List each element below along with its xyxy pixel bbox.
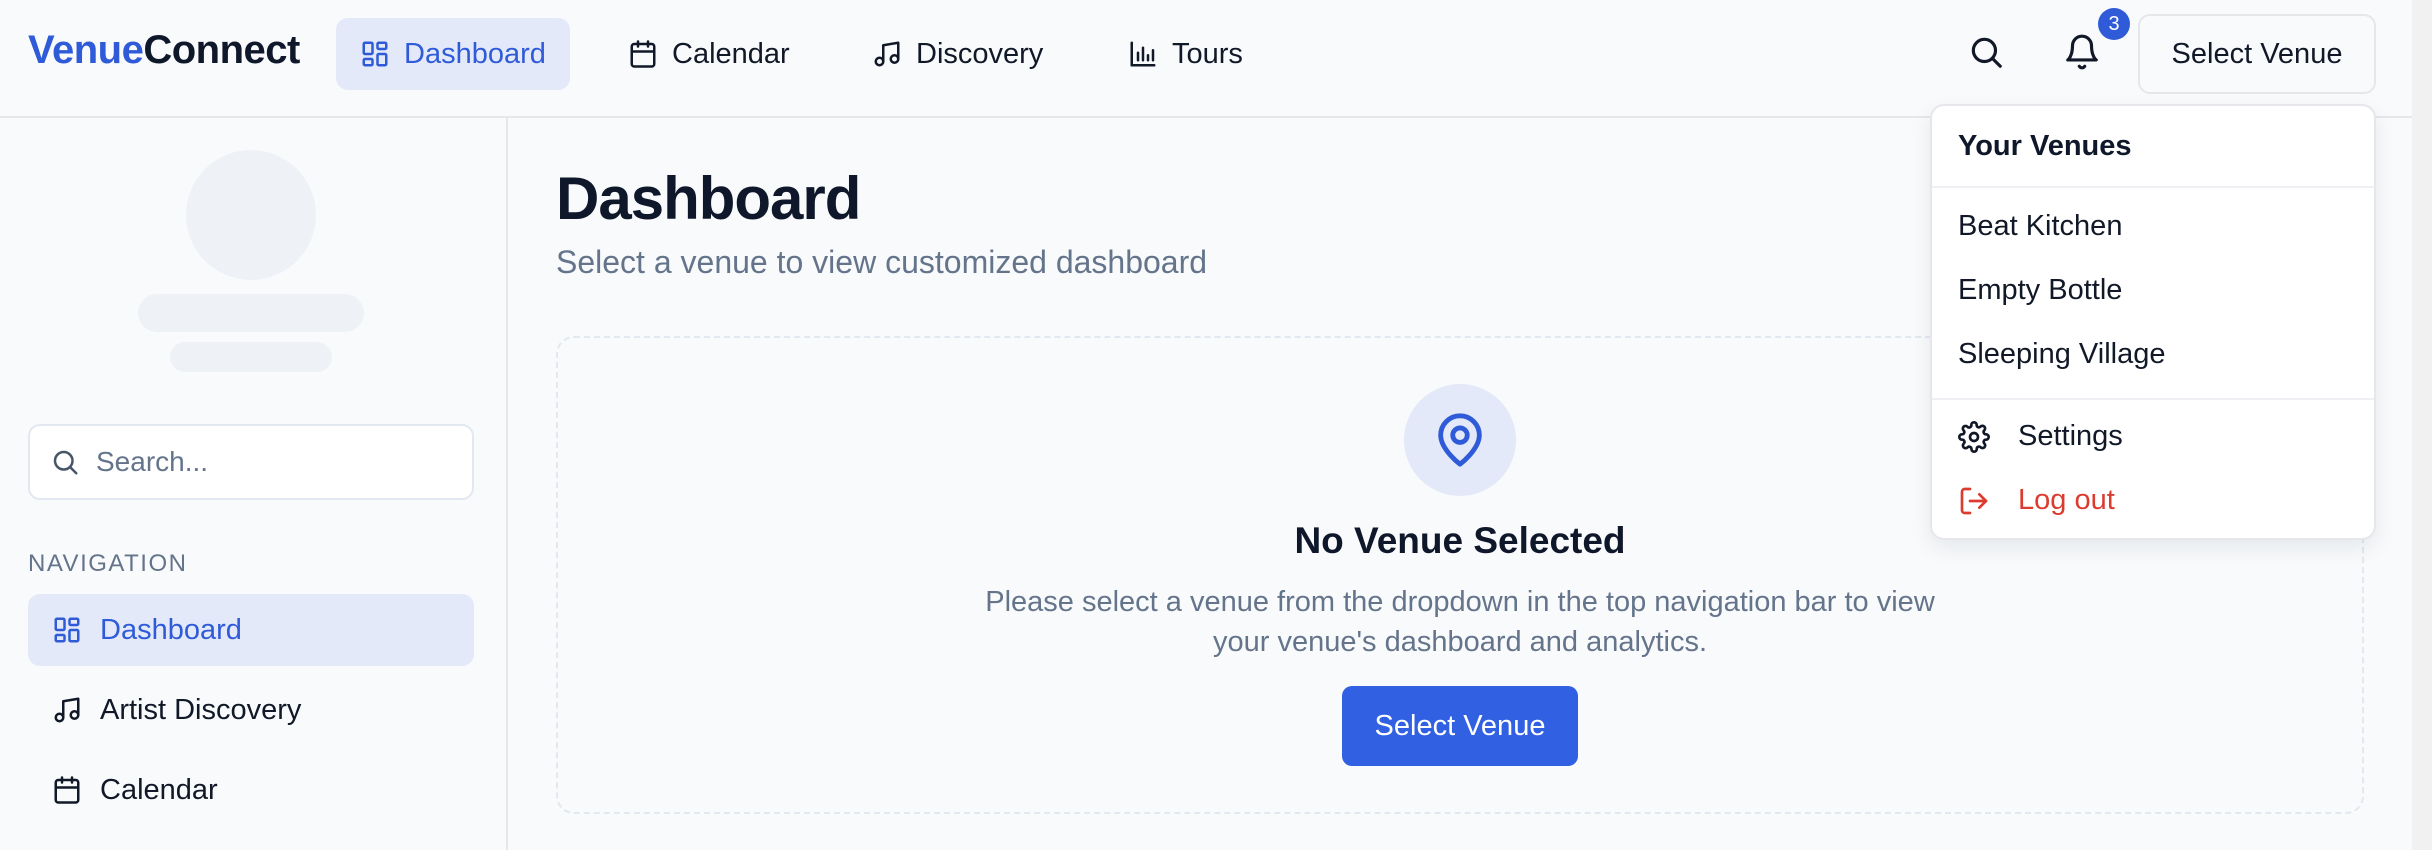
search-icon [1971,37,2002,68]
venue-option-empty-bottle[interactable]: Empty Bottle [1958,274,2122,307]
topnav-tab-tours[interactable]: Tours [1104,18,1267,90]
calendar-icon [630,40,656,68]
dropdown-heading: Your Venues [1958,130,2132,162]
sidebar-item-label: Dashboard [100,613,242,646]
sidebar-item-label: Artist Discovery [100,693,302,726]
page-subtitle: Select a venue to view customized dashbo… [556,244,1208,280]
sidebar: NAVIGATION Dashboard Artist Discovery Ca… [0,118,508,850]
venue-dropdown-menu: Your Venues Beat Kitchen Empty Bottle Sl… [1930,104,2376,540]
logout-icon [1960,487,1988,514]
brand-logo[interactable]: VenueConnect [28,28,300,73]
brand-text-connect: Connect [143,28,300,72]
page-scrollbar[interactable] [2412,0,2432,850]
topnav-tab-label: Discovery [916,37,1044,70]
map-pin-icon [1438,413,1482,467]
sidebar-item-calendar[interactable]: Calendar [28,754,474,826]
logout-label: Log out [2018,484,2115,516]
calendar-icon [54,776,80,804]
topnav-tab-calendar[interactable]: Calendar [604,18,814,90]
subtitle-skeleton [170,342,332,372]
bar-chart-icon [1130,41,1156,67]
topnav-tab-label: Tours [1172,37,1243,70]
topnav-tab-discovery[interactable]: Discovery [848,18,1067,90]
navigation-heading: NAVIGATION [28,550,188,577]
music-note-icon [54,697,80,723]
gear-icon [1958,420,1990,453]
select-venue-dropdown-button[interactable]: Select Venue [2138,14,2376,94]
sidebar-item-dashboard[interactable]: Dashboard [28,594,474,666]
topnav-tab-dashboard[interactable]: Dashboard [336,18,570,90]
topnav-tab-label: Calendar [672,37,790,70]
venue-option-beat-kitchen[interactable]: Beat Kitchen [1958,210,2122,243]
dashboard-icon [362,41,388,67]
sidebar-search-input[interactable] [96,446,456,478]
topnav-tab-label: Dashboard [404,37,546,70]
top-navbar: VenueConnect Dashboard Calendar Discover… [0,0,2432,118]
logout-menu-item[interactable]: Log out [1958,484,2115,517]
sidebar-search [28,424,474,500]
brand-text-venue: Venue [28,28,144,72]
name-skeleton [138,294,364,332]
settings-label: Settings [2018,420,2123,452]
search-icon [53,450,78,475]
bell-icon [2066,34,2098,70]
notifications-button[interactable] [2060,30,2104,74]
sidebar-item-label: Calendar [100,773,218,806]
sidebar-item-artist-discovery[interactable]: Artist Discovery [28,674,474,746]
dashboard-icon [54,617,80,643]
empty-state-description: Please select a venue from the dropdown … [985,586,1935,658]
select-venue-button[interactable]: Select Venue [1342,686,1578,766]
settings-menu-item[interactable]: Settings [1958,420,2123,453]
dropdown-divider [1932,398,2374,400]
search-button[interactable] [1964,30,2008,74]
page-title: Dashboard [556,165,861,232]
notification-count-badge: 3 [2098,8,2130,40]
dropdown-divider [1932,186,2374,188]
avatar-skeleton [186,150,316,280]
music-note-icon [874,41,900,67]
venue-option-sleeping-village[interactable]: Sleeping Village [1958,338,2165,371]
map-pin-badge [1404,384,1516,496]
